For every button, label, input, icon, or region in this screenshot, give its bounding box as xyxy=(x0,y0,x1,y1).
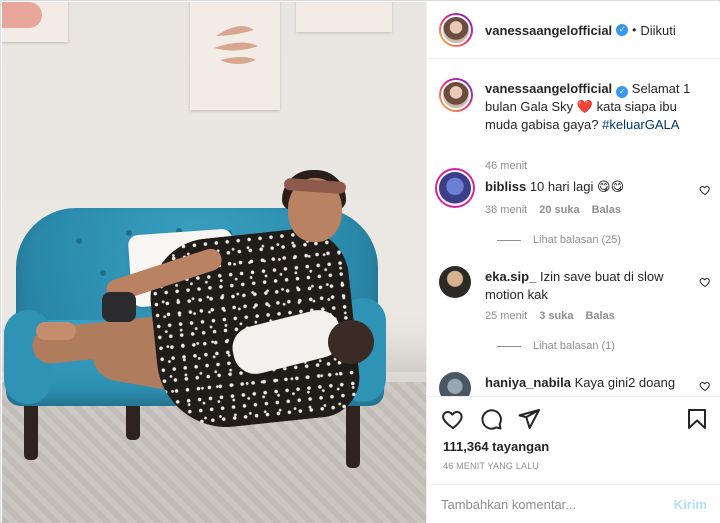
commenter-username[interactable]: haniya_nabila xyxy=(485,375,571,390)
wall-art-right xyxy=(296,2,392,32)
comment-input[interactable] xyxy=(441,497,674,512)
view-replies-button[interactable]: Lihat balasan (25) xyxy=(497,234,621,246)
verified-badge-icon: ✓ xyxy=(616,24,629,36)
author-avatar[interactable] xyxy=(439,78,473,112)
wall-art-left xyxy=(2,2,68,42)
heart-icon[interactable] xyxy=(441,407,465,431)
view-replies-label: Lihat balasan (1) xyxy=(533,340,615,352)
caption-timestamp[interactable]: 46 menit xyxy=(485,160,527,172)
author-username[interactable]: vanessaangelofficial xyxy=(485,23,612,38)
comment-like-heart-icon[interactable] xyxy=(699,184,711,196)
post-actions: 111,364 tayangan 46 MENIT YANG LALU Kiri… xyxy=(427,396,720,523)
hashtag-link[interactable]: #keluarGALA xyxy=(602,117,679,132)
commenter-avatar[interactable] xyxy=(439,372,471,396)
comments-list[interactable]: vanessaangelofficial ✓ Selamat 1 bulan Ga… xyxy=(427,60,720,396)
instagram-post-window: vanessaangelofficial ✓ • Diikuti vanessa… xyxy=(0,0,720,523)
verified-badge-icon: ✓ xyxy=(616,86,629,98)
post-sidebar: vanessaangelofficial ✓ • Diikuti vanessa… xyxy=(426,2,720,523)
commenter-username[interactable]: bibliss xyxy=(485,179,526,194)
comment-timestamp[interactable]: 25 menit xyxy=(485,310,527,322)
comment-like-heart-icon[interactable] xyxy=(699,276,711,288)
comment-timestamp[interactable]: 38 menit xyxy=(485,204,527,216)
add-comment-bar: Kirim xyxy=(427,484,720,523)
comment-like-heart-icon[interactable] xyxy=(699,380,711,392)
post-time-ago[interactable]: 46 MENIT YANG LALU xyxy=(443,461,539,471)
wall-art-center xyxy=(190,2,280,110)
caption-username[interactable]: vanessaangelofficial xyxy=(485,81,612,96)
commenter-avatar[interactable] xyxy=(439,172,471,204)
separator: • xyxy=(632,23,637,37)
paper-plane-icon[interactable] xyxy=(517,407,541,431)
reply-button[interactable]: Balas xyxy=(585,310,614,322)
follow-status-button[interactable]: Diikuti xyxy=(640,23,675,38)
commenter-avatar[interactable] xyxy=(439,266,471,298)
sofa-leg xyxy=(346,406,360,468)
phone xyxy=(102,292,136,322)
comment-text: Kaya gini2 doang xyxy=(574,375,676,390)
post-video[interactable] xyxy=(2,2,426,523)
comment-likes[interactable]: 20 suka xyxy=(539,204,579,216)
post-comment-button[interactable]: Kirim xyxy=(674,497,707,512)
sofa-leg xyxy=(24,398,38,460)
reply-button[interactable]: Balas xyxy=(592,204,621,216)
bookmark-icon[interactable] xyxy=(685,407,709,431)
red-heart-emoji: ❤️ xyxy=(576,99,593,114)
post-header: vanessaangelofficial ✓ • Diikuti xyxy=(427,2,720,59)
baby-head xyxy=(328,320,374,364)
view-count[interactable]: 111,364 tayangan xyxy=(443,439,549,454)
comment-likes[interactable]: 3 suka xyxy=(539,310,573,322)
commenter-username[interactable]: eka.sip_ xyxy=(485,269,536,284)
comment-icon[interactable] xyxy=(479,407,503,431)
view-replies-button[interactable]: Lihat balasan (1) xyxy=(497,340,615,352)
comment-text: 10 hari lagi 😋😋 xyxy=(529,179,625,194)
sofa-leg xyxy=(126,400,140,440)
leaf-drawing xyxy=(214,26,258,64)
author-avatar[interactable] xyxy=(439,13,473,47)
view-replies-label: Lihat balasan (25) xyxy=(533,234,622,246)
